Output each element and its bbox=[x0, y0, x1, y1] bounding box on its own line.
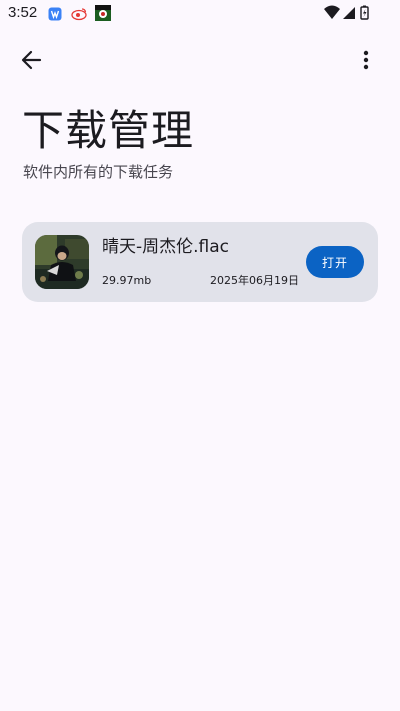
file-size: 29.97mb bbox=[102, 274, 152, 287]
back-button[interactable] bbox=[11, 42, 51, 82]
system-status-icons bbox=[324, 4, 370, 22]
more-vert-icon bbox=[363, 50, 369, 74]
file-name: 晴天-周杰伦.flac bbox=[102, 237, 230, 257]
open-button[interactable]: 打开 bbox=[306, 246, 364, 278]
page-subtitle: 软件内所有的下载任务 bbox=[23, 163, 174, 181]
app-notification-icon bbox=[48, 6, 62, 21]
album-cover-image bbox=[35, 235, 89, 289]
battery-icon bbox=[360, 5, 369, 20]
download-item[interactable]: 晴天-周杰伦.flac 29.97mb 2025年06月19日 打开 bbox=[22, 222, 378, 302]
more-options-button[interactable] bbox=[346, 42, 386, 82]
signal-icon bbox=[343, 7, 355, 19]
page-title: 下载管理 bbox=[22, 106, 195, 155]
game-notification-icon bbox=[95, 5, 111, 21]
download-date: 2025年06月19日 bbox=[210, 274, 299, 287]
weibo-notification-icon bbox=[70, 6, 88, 21]
status-bar: 3:52 bbox=[0, 0, 400, 28]
arrow-back-icon bbox=[20, 49, 42, 75]
wifi-icon bbox=[324, 5, 340, 19]
status-time: 3:52 bbox=[8, 4, 38, 21]
